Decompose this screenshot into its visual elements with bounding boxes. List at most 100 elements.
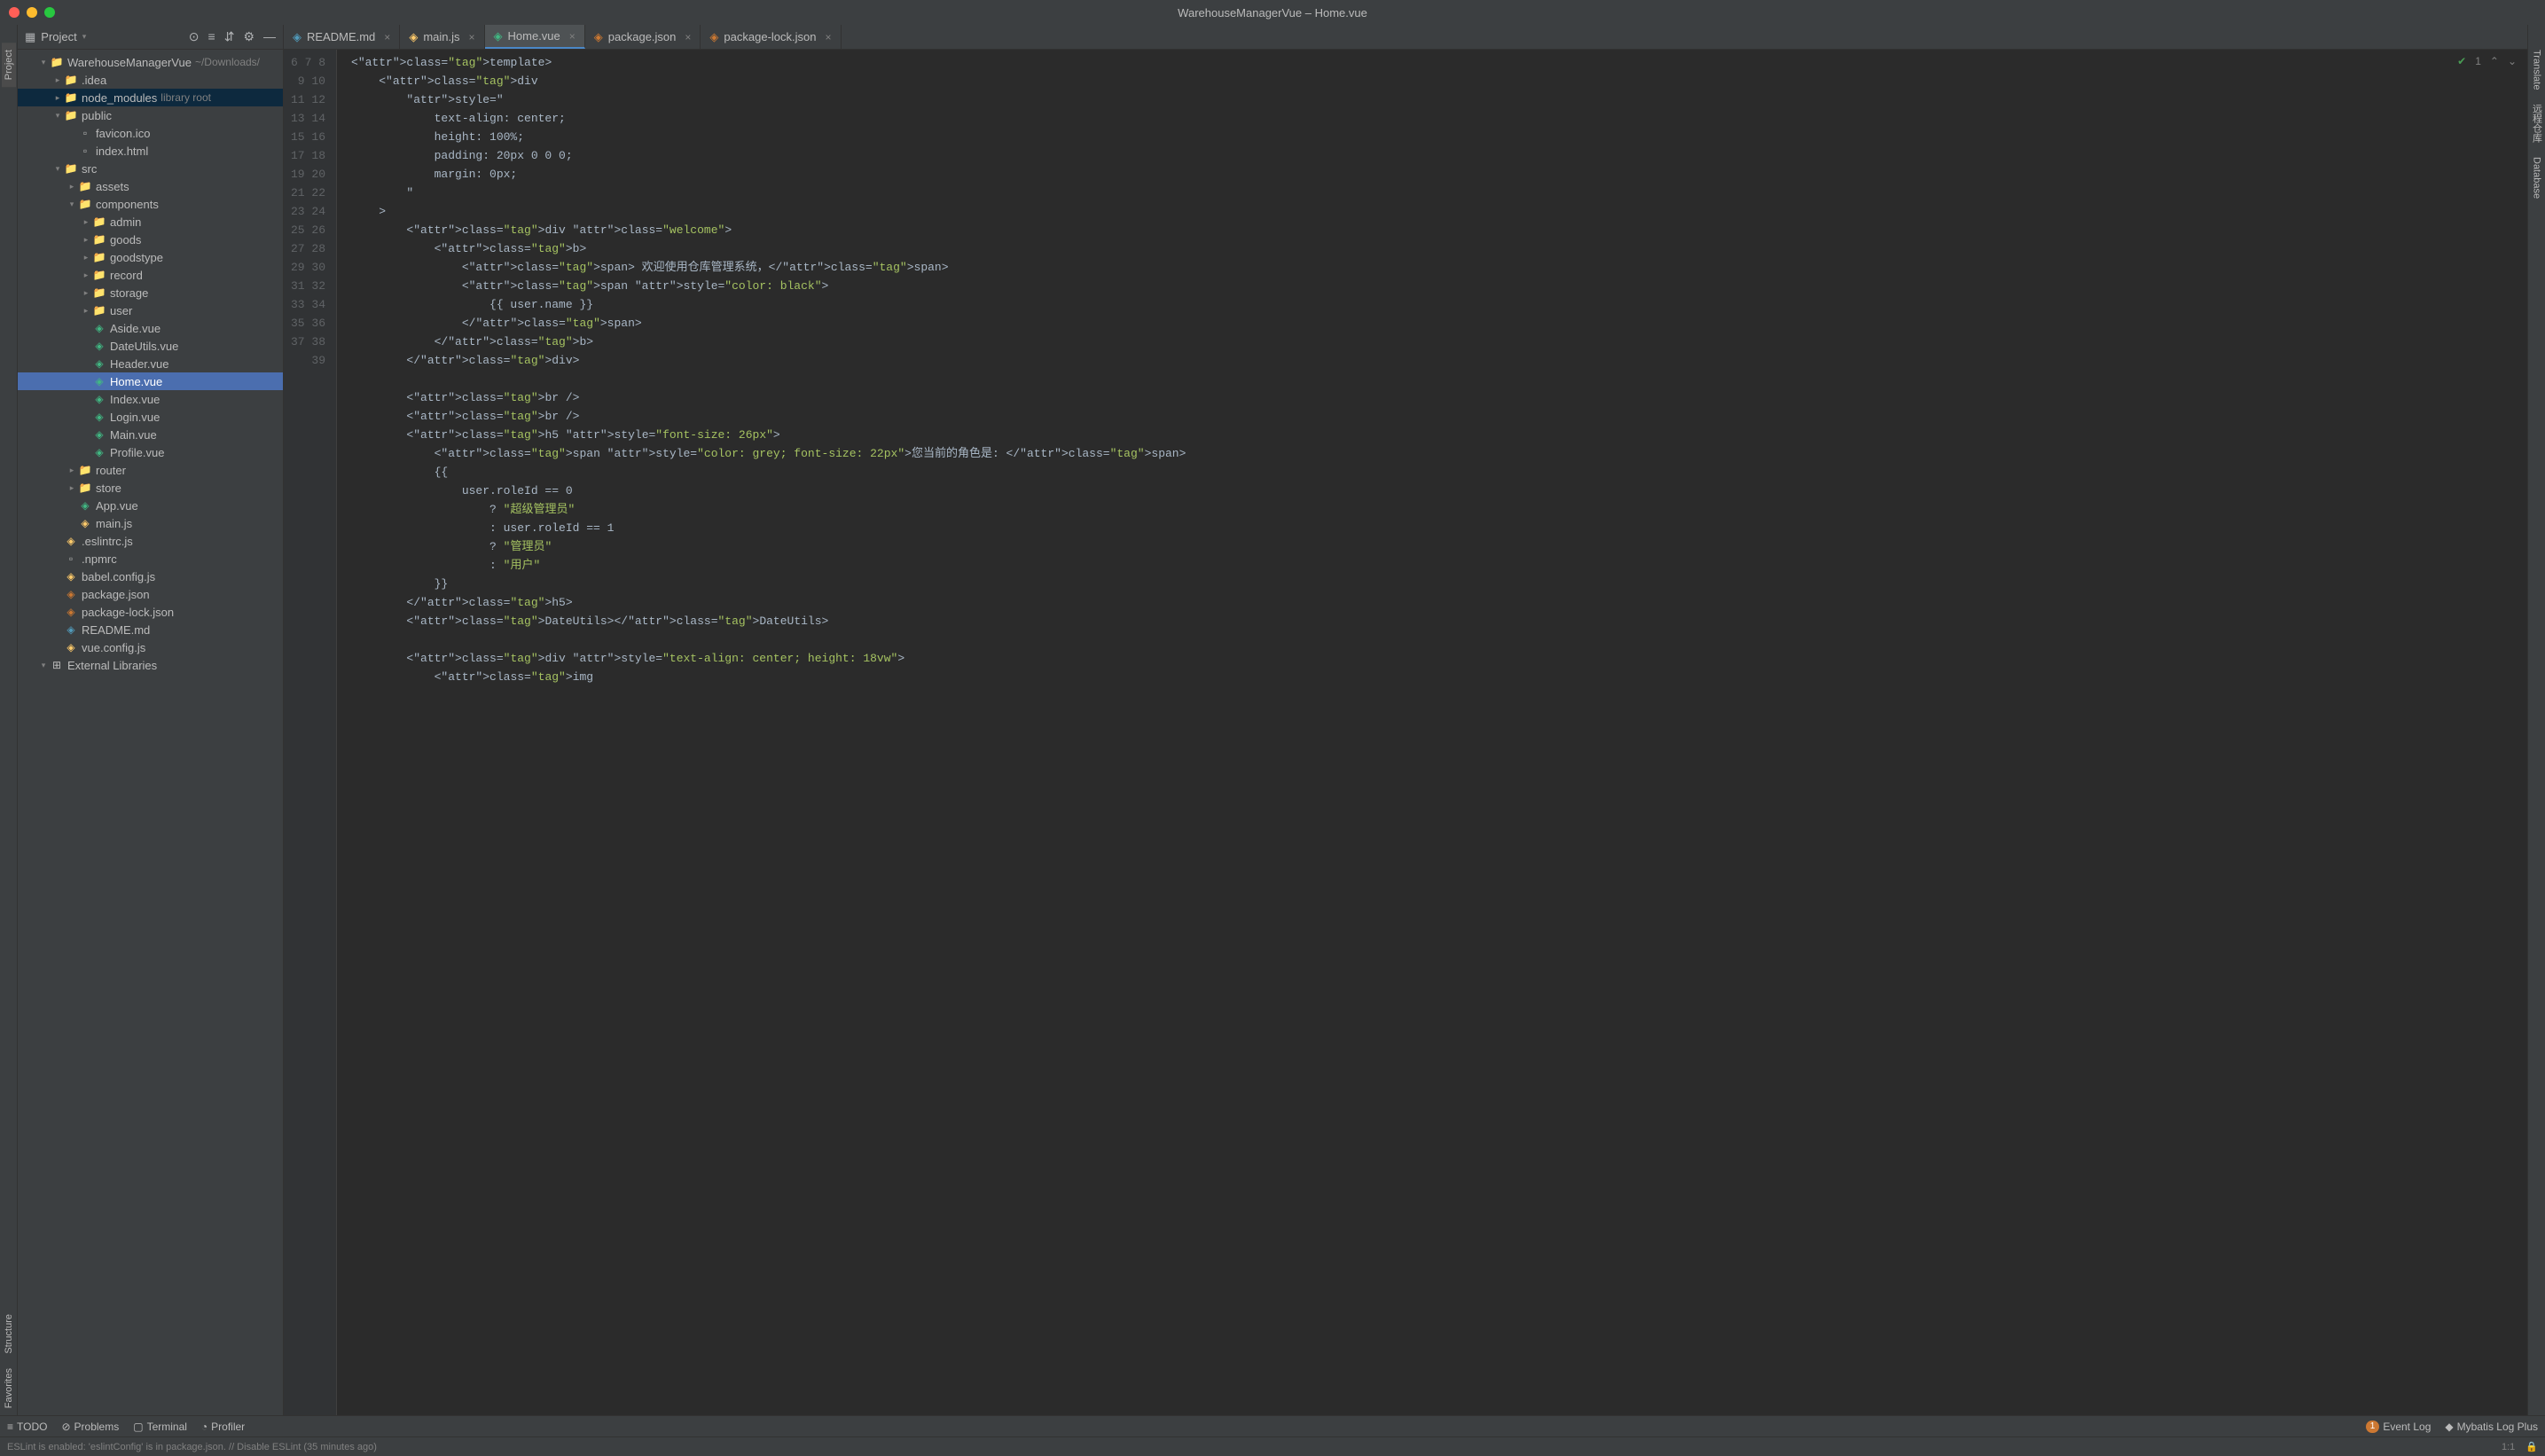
tree-item[interactable]: ◈DateUtils.vue — [18, 337, 283, 355]
tree-item[interactable]: ◈Main.vue — [18, 426, 283, 443]
tree-item[interactable]: ◈Profile.vue — [18, 443, 283, 461]
chevron-icon[interactable]: ▸ — [80, 235, 92, 245]
tree-item[interactable]: ▸📁record — [18, 266, 283, 284]
rail-translate[interactable]: Translate — [2530, 43, 2544, 97]
tree-item[interactable]: ◈Login.vue — [18, 408, 283, 426]
hide-icon[interactable]: — — [263, 29, 276, 44]
tree-item[interactable]: ▸📁assets — [18, 177, 283, 195]
locate-icon[interactable]: ⊙ — [189, 29, 200, 44]
close-tab-icon[interactable]: × — [469, 31, 475, 43]
editor-tab[interactable]: ◈package.json× — [585, 25, 701, 49]
tree-item[interactable]: ◈vue.config.js — [18, 638, 283, 656]
tree-item[interactable]: ◈App.vue — [18, 497, 283, 514]
prev-problem-icon[interactable]: ⌃ — [2490, 55, 2499, 67]
terminal-tab[interactable]: ▢Terminal — [133, 1421, 187, 1433]
collapse-icon[interactable]: ⇵ — [224, 29, 235, 44]
tree-item[interactable]: ◈README.md — [18, 621, 283, 638]
folder-icon: 📁 — [64, 91, 78, 104]
tree-item[interactable]: ▸📁goods — [18, 231, 283, 248]
minimize-window-button[interactable] — [27, 7, 37, 18]
vue-icon: ◈ — [494, 29, 503, 43]
chevron-icon[interactable]: ▸ — [66, 466, 78, 475]
close-tab-icon[interactable]: × — [825, 31, 831, 43]
tree-item[interactable]: ◈Home.vue — [18, 372, 283, 390]
tree-item[interactable]: ▸📁storage — [18, 284, 283, 301]
close-tab-icon[interactable]: × — [384, 31, 390, 43]
tree-label: storage — [110, 286, 148, 300]
chevron-icon[interactable]: ▾ — [51, 164, 64, 174]
chevron-icon[interactable]: ▾ — [66, 200, 78, 209]
project-tree[interactable]: ▾📁WarehouseManagerVue~/Downloads/▸📁.idea… — [18, 50, 283, 1415]
tree-item[interactable]: ◈main.js — [18, 514, 283, 532]
chevron-icon[interactable]: ▾ — [37, 58, 50, 67]
rail-structure[interactable]: Structure — [2, 1307, 16, 1361]
status-message[interactable]: ESLint is enabled: 'eslintConfig' is in … — [7, 1442, 377, 1452]
tree-item[interactable]: ◈babel.config.js — [18, 568, 283, 585]
chevron-icon[interactable]: ▸ — [80, 288, 92, 298]
tree-item[interactable]: ▸📁admin — [18, 213, 283, 231]
expand-icon[interactable]: ≡ — [208, 29, 215, 44]
chevron-icon[interactable]: ▸ — [66, 182, 78, 192]
chevron-icon[interactable]: ▸ — [80, 270, 92, 280]
rail-remote[interactable]: 远程仓库 — [2528, 97, 2545, 150]
chevron-icon[interactable]: ▸ — [66, 483, 78, 493]
lock-icon[interactable]: 🔒 — [2525, 1441, 2538, 1452]
tree-item[interactable]: ▸📁.idea — [18, 71, 283, 89]
file-icon: ▫ — [64, 552, 78, 565]
event-log-tab[interactable]: 1 Event Log — [2366, 1421, 2431, 1433]
close-window-button[interactable] — [9, 7, 20, 18]
mybatis-tab[interactable]: ◆Mybatis Log Plus — [2445, 1421, 2538, 1433]
problems-tab[interactable]: ⊘Problems — [61, 1421, 119, 1433]
next-problem-icon[interactable]: ⌄ — [2508, 55, 2517, 67]
tree-item[interactable]: ◈Aside.vue — [18, 319, 283, 337]
tree-label: favicon.ico — [96, 127, 150, 140]
profiler-tab[interactable]: ◔Profiler — [201, 1421, 245, 1433]
editor-tab[interactable]: ◈Home.vue× — [485, 25, 585, 49]
project-view-selector[interactable]: ▦ Project ▾ — [25, 30, 189, 44]
tree-label: .idea — [82, 74, 106, 87]
tree-item[interactable]: ▸📁router — [18, 461, 283, 479]
chevron-icon[interactable]: ▸ — [80, 306, 92, 316]
tree-item[interactable]: ▾⊞External Libraries — [18, 656, 283, 674]
chevron-icon[interactable]: ▸ — [51, 93, 64, 103]
rail-project[interactable]: Project — [2, 43, 16, 87]
tree-item[interactable]: ▸📁node_moduleslibrary root — [18, 89, 283, 106]
tree-item[interactable]: ◈package-lock.json — [18, 603, 283, 621]
tree-label: package.json — [82, 588, 150, 601]
editor-tab[interactable]: ◈package-lock.json× — [701, 25, 841, 49]
maximize-window-button[interactable] — [44, 7, 55, 18]
tree-item[interactable]: ▾📁WarehouseManagerVue~/Downloads/ — [18, 53, 283, 71]
editor-tab[interactable]: ◈main.js× — [400, 25, 484, 49]
tree-item[interactable]: ▫ .npmrc — [18, 550, 283, 568]
tree-label: index.html — [96, 145, 148, 158]
tree-item[interactable]: ▾📁src — [18, 160, 283, 177]
titlebar: WarehouseManagerVue – Home.vue — [0, 0, 2545, 25]
rail-favorites[interactable]: Favorites — [2, 1361, 16, 1415]
editor-tab[interactable]: ◈README.md× — [284, 25, 400, 49]
cursor-position[interactable]: 1:1 — [2502, 1442, 2515, 1452]
tree-item[interactable]: ▾📁components — [18, 195, 283, 213]
chevron-icon[interactable]: ▸ — [80, 217, 92, 227]
tree-item[interactable]: ◈Index.vue — [18, 390, 283, 408]
tree-item[interactable]: ▸📁store — [18, 479, 283, 497]
tree-item[interactable]: ▾📁public — [18, 106, 283, 124]
close-tab-icon[interactable]: × — [569, 30, 576, 43]
tree-item[interactable]: ▫favicon.ico — [18, 124, 283, 142]
tree-label: .npmrc — [82, 552, 117, 566]
rail-database[interactable]: Database — [2530, 150, 2544, 206]
chevron-icon[interactable]: ▸ — [51, 75, 64, 85]
tree-item[interactable]: ◈package.json — [18, 585, 283, 603]
close-tab-icon[interactable]: × — [685, 31, 691, 43]
chevron-icon[interactable]: ▾ — [37, 661, 50, 670]
tree-item[interactable]: ▫index.html — [18, 142, 283, 160]
tree-item[interactable]: ▸📁goodstype — [18, 248, 283, 266]
tree-item[interactable]: ▸📁user — [18, 301, 283, 319]
chevron-icon[interactable]: ▸ — [80, 253, 92, 262]
tree-item[interactable]: ◈Header.vue — [18, 355, 283, 372]
code-editor[interactable]: <"attr">class="tag">template> <"attr">cl… — [337, 50, 2527, 1415]
settings-icon[interactable]: ⚙ — [243, 29, 254, 44]
inspection-badges[interactable]: ✔ 1 ⌃ ⌄ — [2457, 55, 2517, 67]
todo-tab[interactable]: ≡TODO — [7, 1421, 47, 1433]
tree-item[interactable]: ◈.eslintrc.js — [18, 532, 283, 550]
chevron-icon[interactable]: ▾ — [51, 111, 64, 121]
